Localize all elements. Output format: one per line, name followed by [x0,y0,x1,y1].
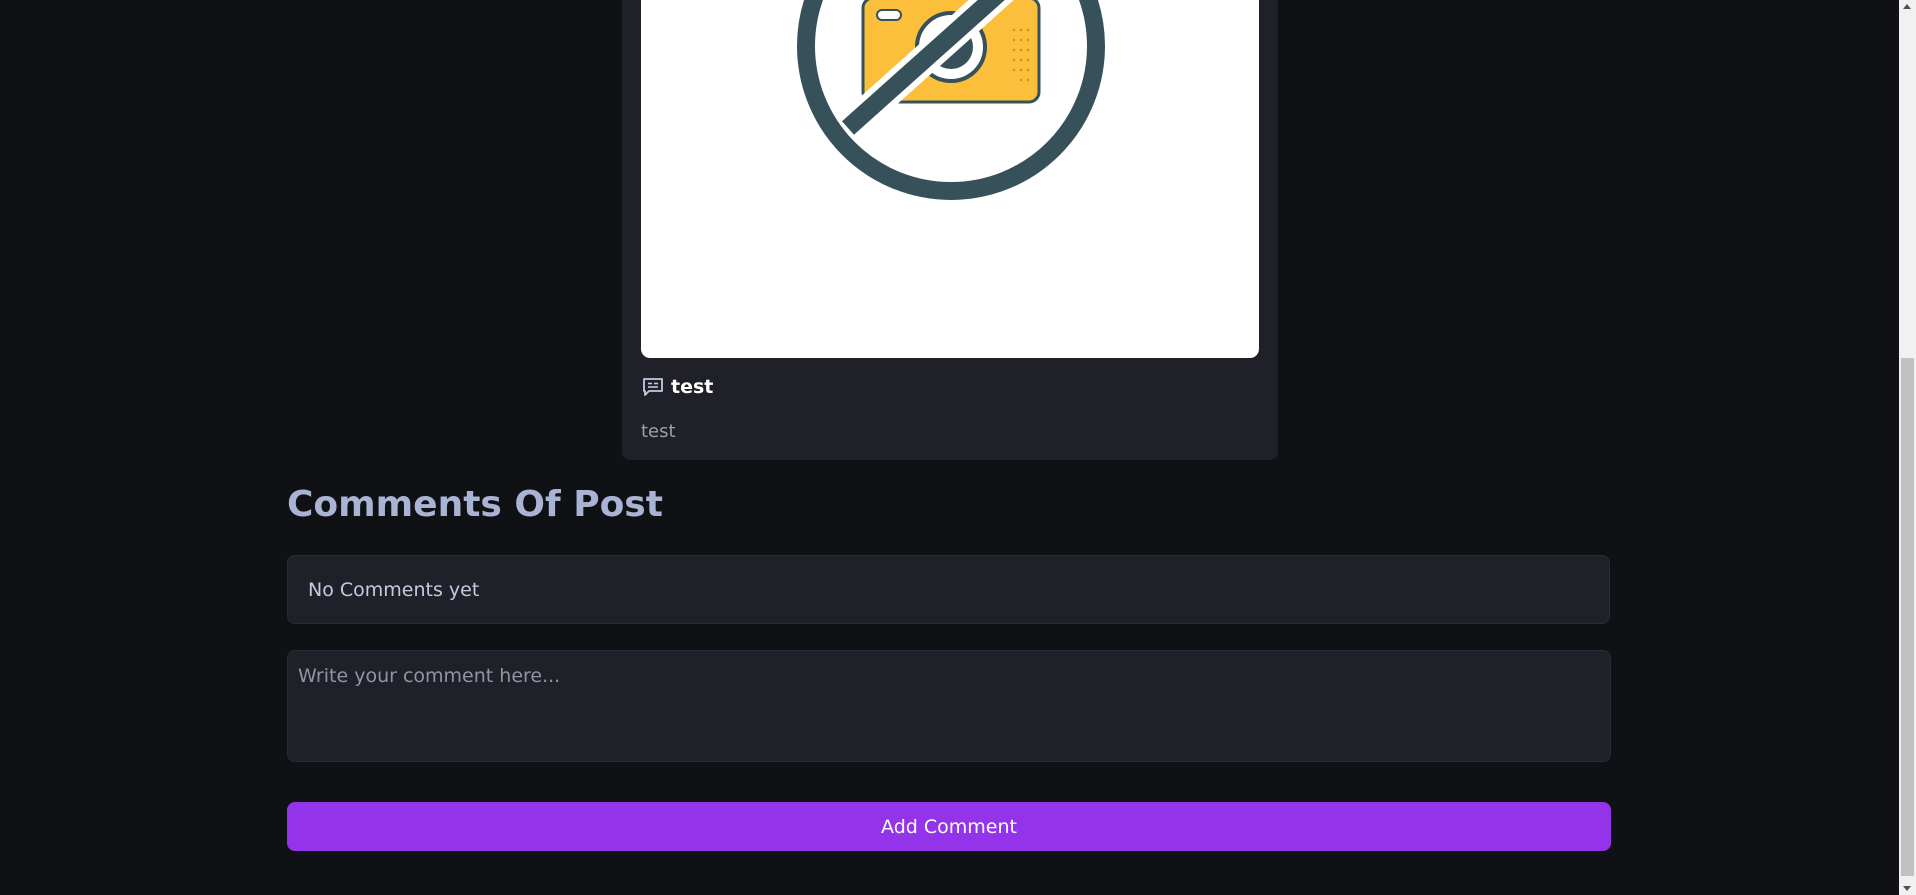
no-comments-text: No Comments yet [308,578,480,601]
scroll-up-arrow-icon[interactable] [1903,4,1911,9]
add-comment-button[interactable]: Add Comment [287,802,1611,851]
comments-heading: Comments Of Post [287,484,663,525]
post-title-row: test [641,374,713,400]
post-image [641,0,1259,358]
post-card: test test [622,0,1278,460]
post-title: test [671,376,714,398]
comments-list: No Comments yet [287,555,1610,624]
chat-message-icon [641,375,665,399]
scroll-down-arrow-icon[interactable] [1903,886,1911,891]
post-body: test [641,421,676,442]
scrollbar-thumb[interactable] [1901,358,1914,876]
no-camera-icon [797,0,1105,200]
comment-input[interactable] [287,650,1611,762]
scrollbar[interactable] [1899,0,1916,895]
